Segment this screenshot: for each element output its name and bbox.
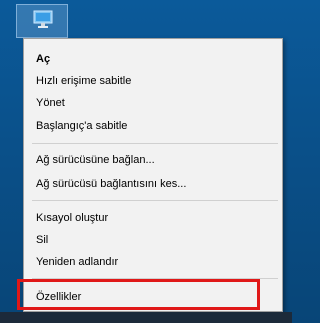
properties-highlight-box xyxy=(17,279,260,310)
menu-item-pin-start[interactable]: Başlangıç'a sabitle xyxy=(36,119,127,133)
menu-item-open[interactable]: Aç xyxy=(36,52,50,66)
this-pc-icon[interactable] xyxy=(32,8,54,30)
menu-item-disconnect-network-drive[interactable]: Ağ sürücüsü bağlantısını kes... xyxy=(36,177,186,191)
desktop: Aç Hızlı erişime sabitle Yönet Başlangıç… xyxy=(0,0,292,323)
menu-item-delete[interactable]: Sil xyxy=(36,233,48,247)
menu-separator xyxy=(32,143,278,144)
menu-separator xyxy=(32,200,278,201)
menu-item-manage[interactable]: Yönet xyxy=(36,96,65,110)
context-menu: Aç Hızlı erişime sabitle Yönet Başlangıç… xyxy=(23,38,283,312)
taskbar xyxy=(0,312,292,323)
menu-item-map-network-drive[interactable]: Ağ sürücüsüne bağlan... xyxy=(36,153,155,167)
menu-item-pin-quick-access[interactable]: Hızlı erişime sabitle xyxy=(36,74,131,88)
menu-item-create-shortcut[interactable]: Kısayol oluştur xyxy=(36,211,108,225)
menu-item-rename[interactable]: Yeniden adlandır xyxy=(36,255,118,269)
